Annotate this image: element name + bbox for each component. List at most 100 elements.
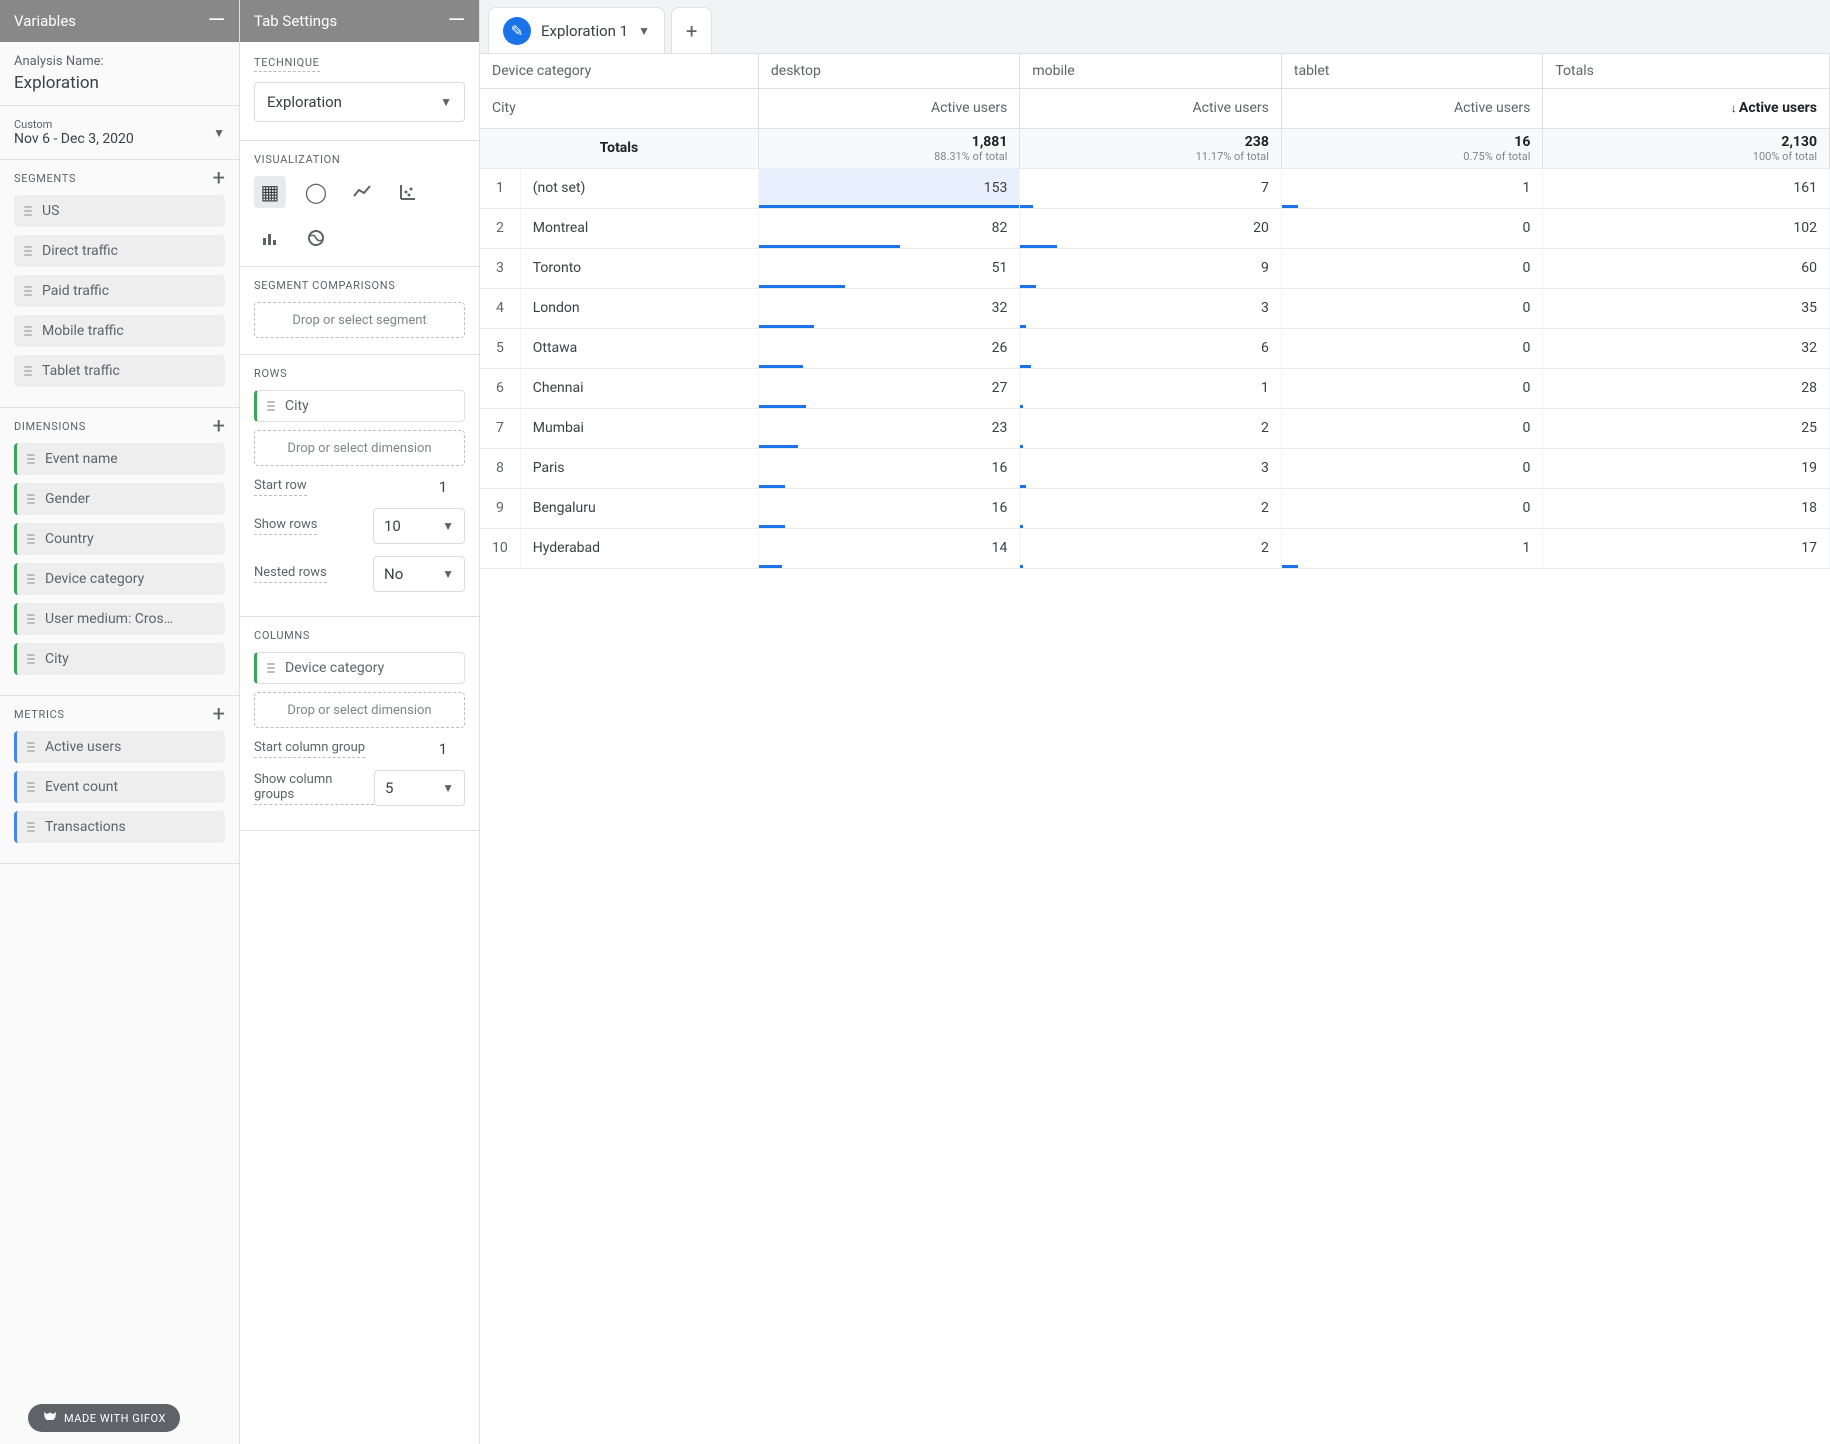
row-dimension-chip[interactable]: City xyxy=(254,390,465,422)
row-index: 2 xyxy=(480,208,520,248)
cell-value: 51 xyxy=(758,248,1020,288)
chip-active-users[interactable]: Active users xyxy=(14,731,225,763)
table-row[interactable]: 9Bengaluru162018 xyxy=(480,488,1830,528)
row-city: Hyderabad xyxy=(520,528,758,568)
drag-handle-icon xyxy=(24,366,32,376)
table-viz-icon[interactable]: ▦ xyxy=(254,176,286,208)
metric-header[interactable]: Active users xyxy=(1020,88,1282,128)
tab-exploration[interactable]: ✎ Exploration 1 ▼ xyxy=(488,7,665,53)
table-row[interactable]: 6Chennai271028 xyxy=(480,368,1830,408)
chip-tablet-traffic[interactable]: Tablet traffic xyxy=(14,355,225,387)
analysis-name-section[interactable]: Analysis Name: Exploration xyxy=(0,42,239,106)
scatter-viz-icon[interactable] xyxy=(392,176,424,208)
visualization-label: VISUALIZATION xyxy=(254,153,465,166)
column-header-tablet[interactable]: tablet xyxy=(1281,54,1543,88)
variables-header: Variables — xyxy=(0,0,239,42)
metric-header[interactable]: Active users xyxy=(1281,88,1543,128)
totals-row-label: Totals xyxy=(600,140,639,156)
table-row[interactable]: 4London323035 xyxy=(480,288,1830,328)
metric-header[interactable]: Active users xyxy=(758,88,1020,128)
chip-us[interactable]: US xyxy=(14,195,225,227)
chip-user-medium-cros-[interactable]: User medium: Cros… xyxy=(14,603,225,635)
chip-label: Active users xyxy=(45,739,121,755)
chip-mobile-traffic[interactable]: Mobile traffic xyxy=(14,315,225,347)
cell-value: 3 xyxy=(1020,288,1282,328)
column-header-mobile[interactable]: mobile xyxy=(1020,54,1282,88)
row-total: 102 xyxy=(1543,208,1830,248)
nested-rows-select[interactable]: No▼ xyxy=(373,556,465,592)
row-total: 32 xyxy=(1543,328,1830,368)
row-city: Bengaluru xyxy=(520,488,758,528)
add-tab-button[interactable]: + xyxy=(671,7,712,53)
row-total: 60 xyxy=(1543,248,1830,288)
cell-value: 0 xyxy=(1281,488,1543,528)
tab-settings-header: Tab Settings — xyxy=(240,0,479,42)
row-city: (not set) xyxy=(520,168,758,208)
chip-event-count[interactable]: Event count xyxy=(14,771,225,803)
table-row[interactable]: 1(not set)15371161 xyxy=(480,168,1830,208)
drag-handle-icon xyxy=(27,574,35,584)
plus-icon: + xyxy=(686,19,697,43)
totals-tablet: 16 xyxy=(1294,134,1531,150)
table-row[interactable]: 2Montreal82200102 xyxy=(480,208,1830,248)
cell-value: 26 xyxy=(758,328,1020,368)
row-drop-zone[interactable]: Drop or select dimension xyxy=(254,430,465,466)
cell-value: 0 xyxy=(1281,408,1543,448)
start-row-value[interactable]: 1 xyxy=(421,478,465,496)
geo-viz-icon[interactable] xyxy=(300,222,332,254)
cell-value: 20 xyxy=(1020,208,1282,248)
cell-value: 14 xyxy=(758,528,1020,568)
segment-drop-zone[interactable]: Drop or select segment xyxy=(254,302,465,338)
chip-gender[interactable]: Gender xyxy=(14,483,225,515)
date-range-value: Nov 6 - Dec 3, 2020 xyxy=(14,131,134,147)
column-header-totals[interactable]: Totals xyxy=(1543,54,1830,88)
analysis-name-label: Analysis Name: xyxy=(14,54,225,69)
chip-country[interactable]: Country xyxy=(14,523,225,555)
sort-header[interactable]: ↓Active users xyxy=(1543,88,1830,128)
chip-event-name[interactable]: Event name xyxy=(14,443,225,475)
column-header-desktop[interactable]: desktop xyxy=(758,54,1020,88)
cell-value: 3 xyxy=(1020,448,1282,488)
cell-value: 23 xyxy=(758,408,1020,448)
sort-desc-icon: ↓ xyxy=(1731,101,1737,115)
table-row[interactable]: 8Paris163019 xyxy=(480,448,1830,488)
line-viz-icon[interactable] xyxy=(346,176,378,208)
drag-handle-icon xyxy=(27,454,35,464)
table-row[interactable]: 5Ottawa266032 xyxy=(480,328,1830,368)
bar-viz-icon[interactable] xyxy=(254,222,286,254)
row-index: 1 xyxy=(480,168,520,208)
chip-paid-traffic[interactable]: Paid traffic xyxy=(14,275,225,307)
technique-select[interactable]: Exploration ▼ xyxy=(254,82,465,122)
row-index: 4 xyxy=(480,288,520,328)
date-range-selector[interactable]: Custom Nov 6 - Dec 3, 2020 ▼ xyxy=(0,106,239,160)
chip-city[interactable]: City xyxy=(14,643,225,675)
drag-handle-icon xyxy=(27,614,35,624)
chip-direct-traffic[interactable]: Direct traffic xyxy=(14,235,225,267)
cell-value: 0 xyxy=(1281,328,1543,368)
totals-desktop: 1,881 xyxy=(771,134,1008,150)
cell-value: 0 xyxy=(1281,208,1543,248)
chip-transactions[interactable]: Transactions xyxy=(14,811,225,843)
table-row[interactable]: 3Toronto519060 xyxy=(480,248,1830,288)
row-city: Montreal xyxy=(520,208,758,248)
dimensions-label: DIMENSIONS xyxy=(14,420,86,433)
row-dimension-header[interactable]: City xyxy=(480,88,758,128)
cell-value: 0 xyxy=(1281,288,1543,328)
chip-device-category[interactable]: Device category xyxy=(14,563,225,595)
donut-viz-icon[interactable]: ◯ xyxy=(300,176,332,208)
show-rows-select[interactable]: 10▼ xyxy=(373,508,465,544)
chip-label: Mobile traffic xyxy=(42,323,124,339)
start-column-value[interactable]: 1 xyxy=(421,740,465,758)
column-dimension-chip[interactable]: Device category xyxy=(254,652,465,684)
cell-value: 27 xyxy=(758,368,1020,408)
show-column-groups-label: Show column groups xyxy=(254,772,374,805)
table-row[interactable]: 7Mumbai232025 xyxy=(480,408,1830,448)
show-column-groups-select[interactable]: 5▼ xyxy=(374,770,465,806)
chevron-down-icon[interactable]: ▼ xyxy=(638,24,650,38)
column-drop-zone[interactable]: Drop or select dimension xyxy=(254,692,465,728)
visualization-section: VISUALIZATION ▦ ◯ xyxy=(240,141,479,267)
pencil-icon: ✎ xyxy=(503,17,531,45)
segments-section: SEGMENTS + USDirect trafficPaid trafficM… xyxy=(0,160,239,408)
table-row[interactable]: 10Hyderabad142117 xyxy=(480,528,1830,568)
column-dimension-header[interactable]: Device category xyxy=(480,54,758,88)
